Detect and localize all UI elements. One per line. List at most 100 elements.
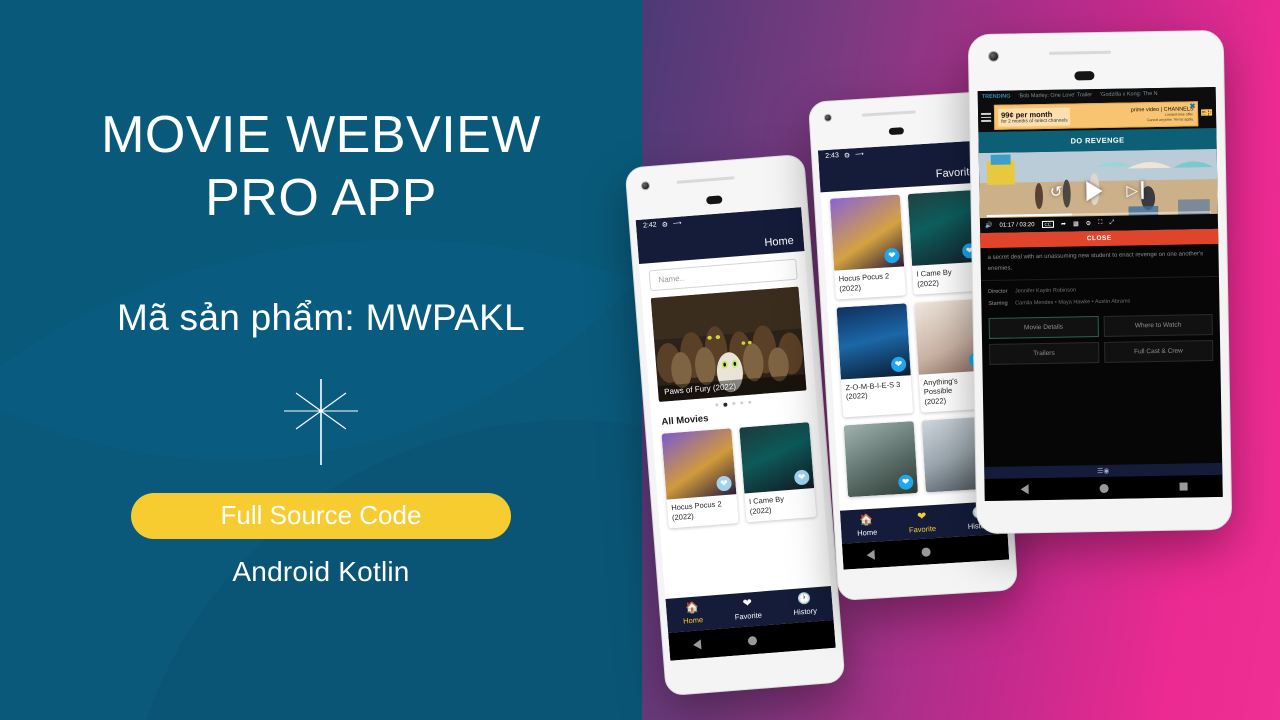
movie-poster: ❤: [829, 194, 905, 271]
movie-metadata: Director Jennifer Kaytin Robinson Starri…: [980, 276, 1220, 311]
wifi-arrow-icon: ⟶: [672, 220, 682, 228]
sensor-dot: [888, 127, 905, 136]
platform-subtitle: Android Kotlin: [232, 555, 410, 587]
history-icon: 🕐: [796, 592, 812, 606]
trending-item[interactable]: 'Bob Marley: One Love' Trailer: [1018, 92, 1092, 99]
full-source-code-button[interactable]: Full Source Code: [131, 492, 511, 539]
home-circle-icon[interactable]: [1099, 483, 1109, 493]
advertisement-banner[interactable]: 99¢ per month for 2 months of select cha…: [993, 101, 1198, 130]
bottom-nav-home[interactable]: 🏠 Home: [682, 601, 704, 626]
detail-button-grid: Movie Details Where to Watch Trailers Fu…: [981, 306, 1220, 366]
ticket-icon: 🎫: [1200, 108, 1214, 120]
movie-year: (2022): [839, 282, 862, 294]
android-nav-bar[interactable]: [984, 474, 1223, 502]
favorite-heart-icon[interactable]: ❤: [715, 475, 733, 492]
movie-card-title: I Came By (2022): [744, 488, 816, 522]
promo-content: MOVIE WEBVIEW PRO APP Mã sản phẩm: MWPAK…: [0, 0, 642, 720]
carousel-dot[interactable]: [748, 400, 752, 404]
movie-title: Anything's Possible: [922, 375, 958, 397]
bottom-nav-label: Home: [682, 615, 704, 626]
carousel-dot[interactable]: [715, 403, 719, 407]
full-cast-crew-button[interactable]: Full Cast & Crew: [1103, 340, 1214, 364]
movie-year: (2022): [916, 278, 940, 289]
trailers-button[interactable]: Trailers: [989, 342, 1099, 366]
fullscreen-icon[interactable]: ⤢: [1109, 220, 1114, 227]
bottom-nav-label: Favorite: [734, 610, 763, 622]
bottom-nav-history[interactable]: 🕐 History: [792, 593, 817, 617]
heart-icon: ❤: [916, 510, 927, 523]
movie-poster: ❤: [843, 420, 918, 497]
movie-card[interactable]: ❤ Z-O-M-B-I-E-S 3 (2022): [836, 302, 914, 418]
ad-brand-block: prime video | CHANNELS Limited-time offe…: [1131, 106, 1194, 123]
recents-icon[interactable]: [1179, 482, 1188, 491]
current-time: 01:17: [999, 221, 1015, 229]
camera-icon: [640, 180, 651, 191]
movie-title: Z-O-M-B-I-E-S 3: [845, 379, 901, 392]
pip-icon[interactable]: ⛶: [1098, 220, 1102, 227]
wifi-arrow-icon: ⟶: [854, 151, 864, 159]
bottom-nav-home[interactable]: 🏠 Home: [856, 513, 878, 537]
phone1-screen: 2:42 ⚙ ⟶ Home Name.. Paws of Fury (2022)…: [635, 207, 836, 661]
camera-icon: [823, 113, 833, 123]
back-icon[interactable]: [692, 639, 701, 650]
close-icon[interactable]: ✖: [1190, 102, 1196, 110]
video-player[interactable]: ↺ ▷┃ 🔊 01:17 / 03:20 CC ➦ ▦ ⚙ ⛶ ⤢: [978, 148, 1219, 234]
home-icon: 🏠: [859, 513, 874, 527]
phone3-bezel: [968, 30, 1224, 92]
gear-icon[interactable]: ⚙: [1086, 220, 1091, 227]
camera-icon: [987, 50, 1000, 62]
sparkle-icon: [276, 377, 366, 467]
duration: 03:20: [1019, 221, 1035, 228]
movie-poster: ❤: [836, 302, 911, 379]
app-bar-title: Home: [764, 234, 795, 250]
carousel-dot[interactable]: [732, 401, 736, 406]
trending-label: TRENDING: [981, 93, 1011, 101]
rewind-10-icon[interactable]: ↺: [1050, 183, 1063, 201]
bottom-nav-favorite[interactable]: ❤ Favorite: [908, 510, 937, 535]
bottom-nav-favorite[interactable]: ❤ Favorite: [733, 597, 763, 622]
movie-card[interactable]: ❤ Hocus Pocus 2 (2022): [661, 428, 739, 529]
trending-item[interactable]: 'Godzilla x Kong: The N: [1100, 91, 1158, 98]
director-label: Director: [988, 288, 1008, 296]
movie-details-button[interactable]: Movie Details: [988, 316, 1099, 340]
home-circle-icon[interactable]: [920, 546, 931, 557]
search-input[interactable]: Name..: [648, 258, 798, 292]
back-icon[interactable]: [865, 549, 875, 561]
cc-icon[interactable]: CC: [1041, 220, 1055, 229]
favorite-heart-icon[interactable]: ❤: [897, 474, 914, 490]
starring-value: Camila Mendes • Maya Hawke • Austin Abra…: [1015, 298, 1131, 307]
movie-grid: ❤ Hocus Pocus 2 (2022) ❤ I Came By (2022…: [652, 415, 825, 529]
gear-icon: ⚙: [843, 151, 851, 160]
search-placeholder: Name..: [658, 273, 685, 285]
movie-year: (2022): [671, 511, 695, 522]
volume-icon[interactable]: 🔊: [985, 222, 993, 229]
share-icon[interactable]: ➦: [1061, 221, 1066, 228]
grid-icon[interactable]: ▦: [1073, 220, 1079, 227]
where-to-watch-button[interactable]: Where to Watch: [1103, 314, 1213, 338]
movie-title: Hocus Pocus 2: [670, 499, 722, 513]
speaker-grille: [1048, 50, 1112, 55]
featured-carousel-slide[interactable]: Paws of Fury (2022): [650, 286, 807, 402]
movie-card-title: Hocus Pocus 2 (2022): [667, 494, 739, 528]
page-title: MOVIE WEBVIEW PRO APP: [101, 106, 541, 228]
movie-card[interactable]: ❤: [843, 420, 918, 497]
favorite-heart-icon[interactable]: ❤: [883, 247, 900, 264]
favorite-heart-icon[interactable]: ❤: [890, 355, 907, 372]
back-icon[interactable]: [1020, 484, 1029, 495]
ad-row: 99¢ per month for 2 months of select cha…: [977, 98, 1217, 133]
menu-icon[interactable]: [981, 113, 992, 122]
carousel-dot-active[interactable]: [723, 402, 728, 407]
movie-title: I Came By: [916, 267, 952, 279]
bottom-nav-label: Favorite: [908, 523, 937, 535]
favorite-heart-icon[interactable]: ❤: [793, 469, 810, 486]
movie-card[interactable]: ❤ Hocus Pocus 2 (2022): [829, 194, 906, 300]
carousel-dot[interactable]: [740, 401, 744, 405]
home-circle-icon[interactable]: [747, 635, 757, 646]
status-time: 2:42: [642, 221, 657, 230]
heart-icon: ❤: [742, 597, 753, 610]
forward-icon[interactable]: ▷┃: [1126, 181, 1147, 199]
movie-title: I Came By: [748, 494, 785, 507]
movie-card[interactable]: ❤ I Came By (2022): [739, 422, 817, 522]
movie-card-title: Hocus Pocus 2 (2022): [834, 266, 906, 299]
play-icon[interactable]: [1086, 180, 1103, 202]
